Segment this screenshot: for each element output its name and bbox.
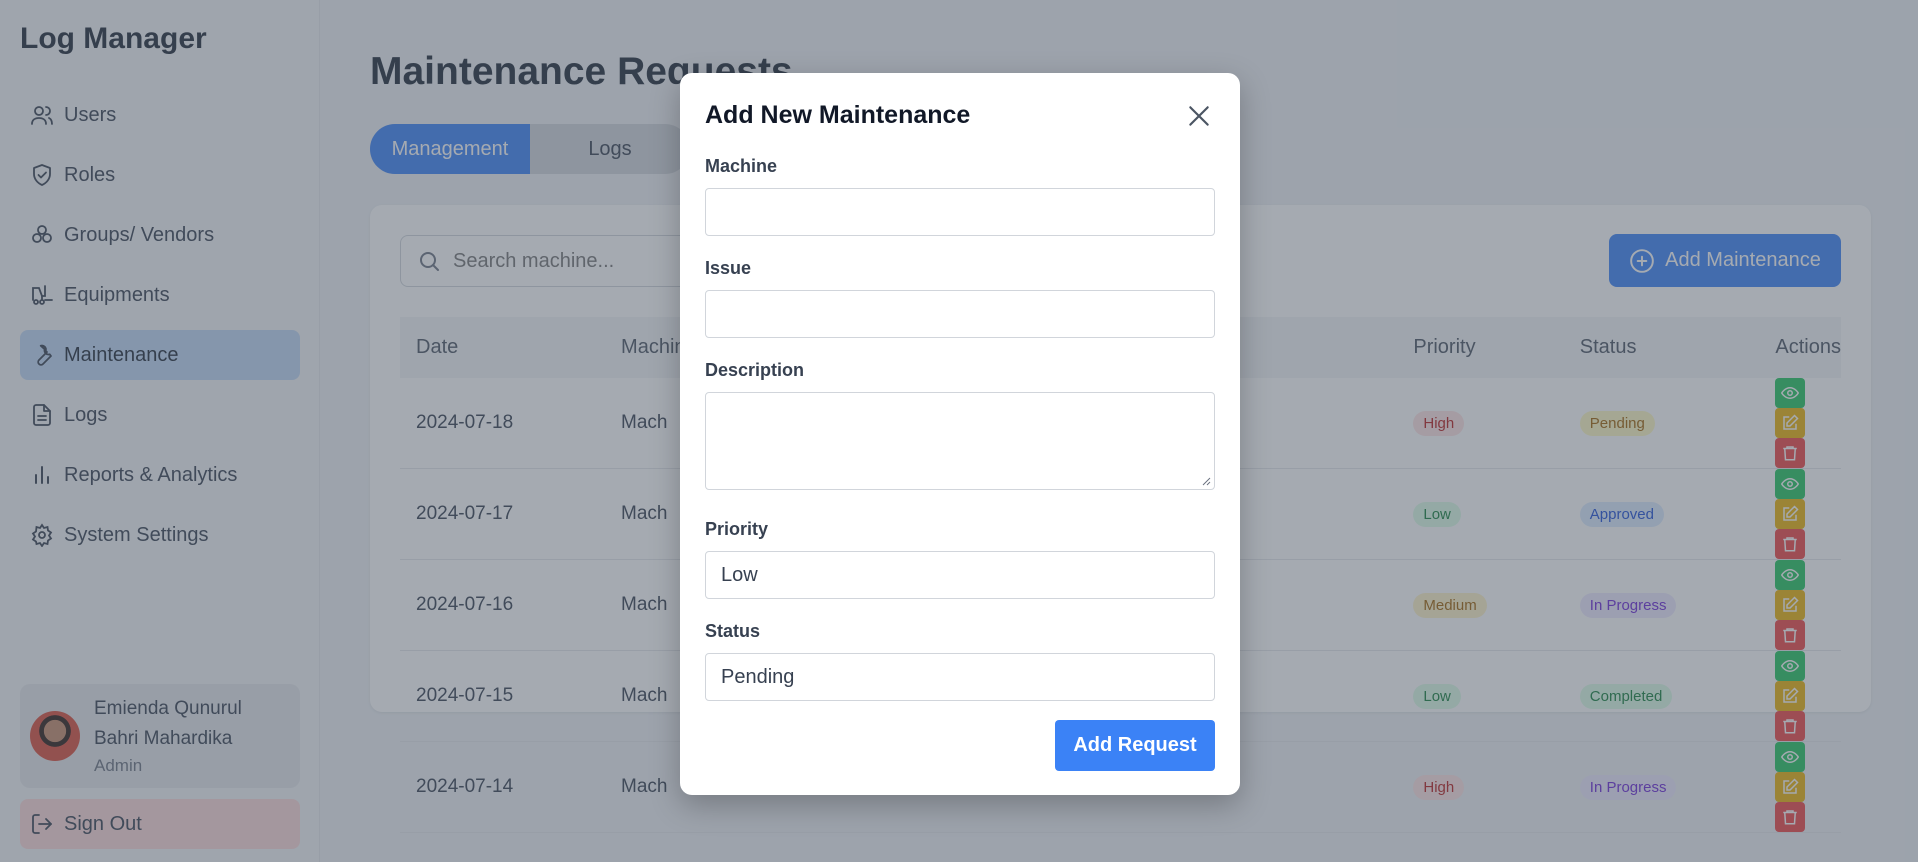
machine-label: Machine (705, 156, 778, 176)
machine-field[interactable] (705, 188, 1215, 236)
add-request-button[interactable]: Add Request (1055, 720, 1215, 771)
issue-field[interactable] (705, 290, 1215, 338)
status-select[interactable]: Pending (705, 653, 1215, 701)
description-label: Description (705, 360, 805, 380)
add-maintenance-modal: Add New Maintenance Machine Issue Descri… (680, 73, 1240, 795)
description-textarea[interactable] (705, 392, 1215, 490)
modal-title: Add New Maintenance (705, 101, 971, 129)
priority-label: Priority (705, 519, 769, 539)
priority-select[interactable]: Low (705, 551, 1215, 599)
resize-handle-icon[interactable] (1201, 476, 1211, 486)
status-label: Status (705, 621, 761, 641)
issue-label: Issue (705, 258, 752, 278)
close-icon[interactable] (1186, 103, 1212, 129)
